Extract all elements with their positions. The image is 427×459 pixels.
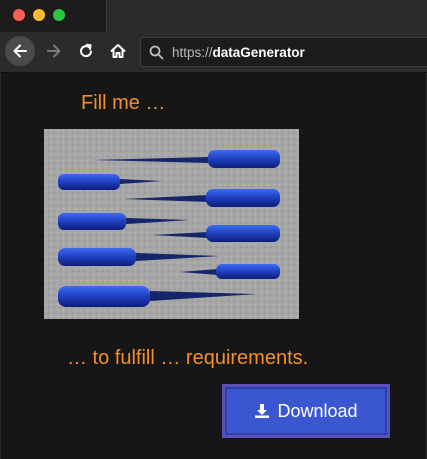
page-heading-top: Fill me … <box>81 92 166 114</box>
arrow-left-icon <box>13 44 27 58</box>
screwdriver-set-illustration <box>44 129 299 319</box>
reload-icon <box>80 43 92 58</box>
search-icon <box>148 44 164 60</box>
forward-button[interactable] <box>39 36 69 66</box>
reload-button[interactable] <box>71 36 101 66</box>
back-button[interactable] <box>5 36 35 66</box>
address-bar[interactable]: https://dataGenerator <box>140 37 427 67</box>
minimize-window-button[interactable] <box>33 9 45 21</box>
title-bar <box>0 0 427 32</box>
close-window-button[interactable] <box>13 9 25 21</box>
browser-toolbar: https://dataGenerator <box>0 32 427 73</box>
tab-strip <box>0 0 107 32</box>
url-text[interactable]: https://dataGenerator <box>172 45 305 60</box>
download-button-label: Download <box>277 400 358 421</box>
page-heading-bottom: … to fulfill … requirements. <box>67 347 309 369</box>
url-host: dataGenerator <box>212 44 305 60</box>
browser-window: https://dataGenerator Fill me … … to ful… <box>0 0 427 459</box>
home-icon <box>110 44 126 58</box>
zoom-window-button[interactable] <box>53 9 65 21</box>
download-icon <box>254 403 270 419</box>
arrow-right-icon <box>47 44 61 58</box>
home-button[interactable] <box>103 36 133 66</box>
download-button[interactable]: Download <box>222 384 390 438</box>
screwdriver-set-image <box>44 129 299 319</box>
page-content: Fill me … … to fulfill … requirements. D… <box>0 73 427 459</box>
url-scheme: https:// <box>172 44 213 60</box>
